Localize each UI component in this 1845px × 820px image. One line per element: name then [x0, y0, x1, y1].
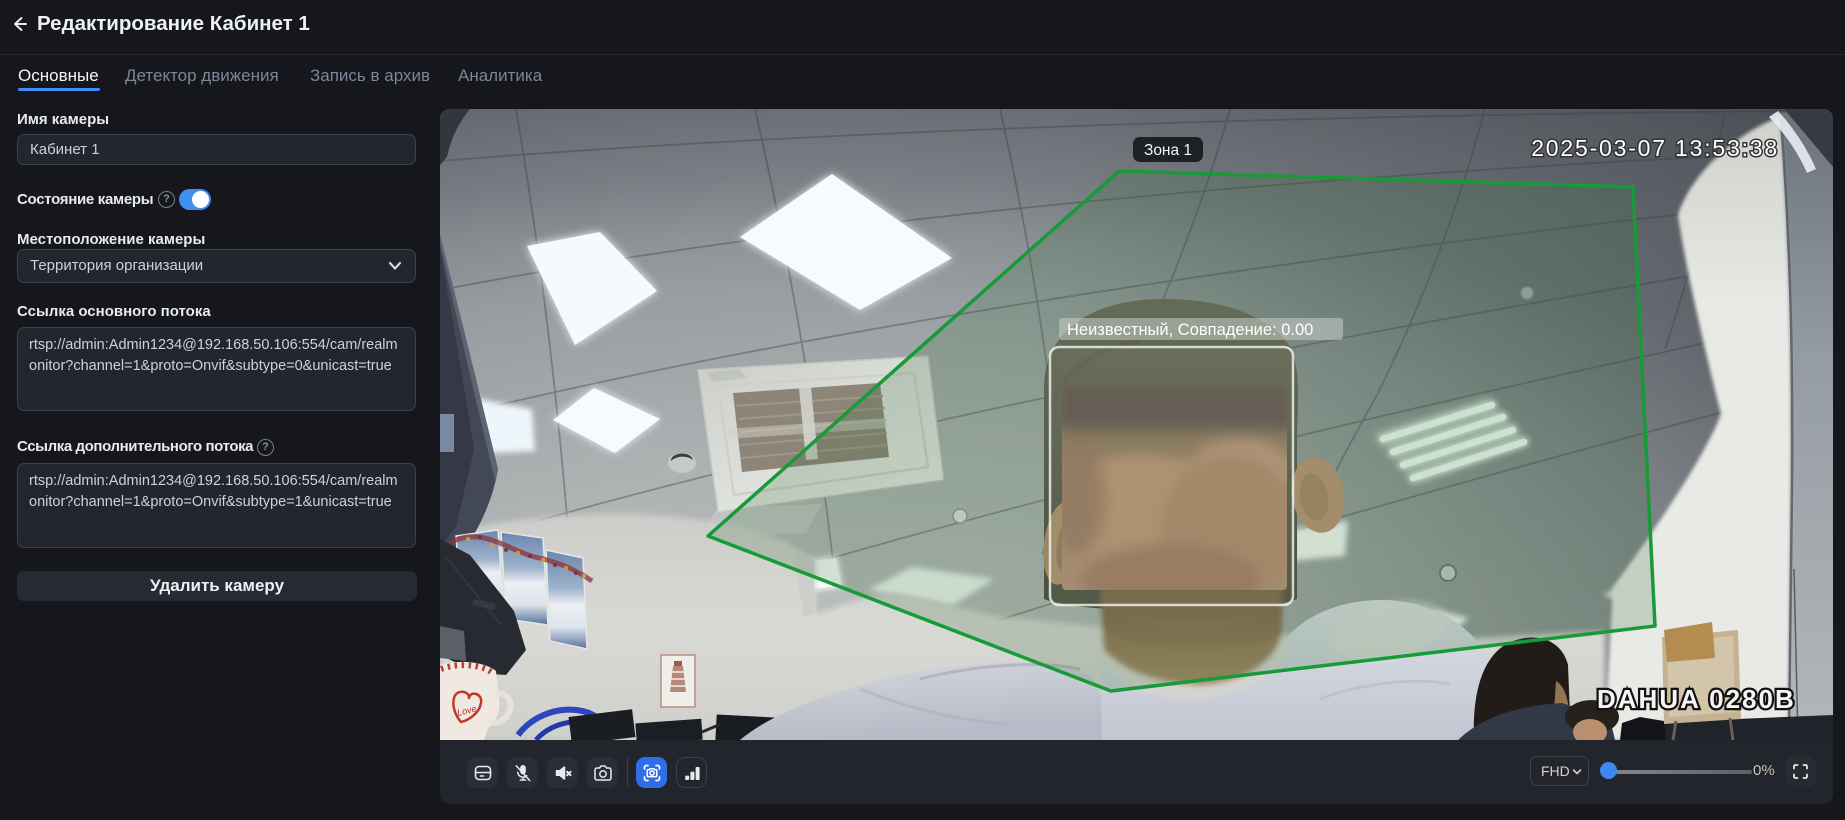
svg-text:Неизвестный, Совпадение: 0.00: Неизвестный, Совпадение: 0.00 — [1067, 321, 1313, 339]
svg-text:DAHUA 0280B: DAHUA 0280B — [1597, 684, 1796, 714]
svg-text:Зона 1: Зона 1 — [1144, 142, 1192, 159]
svg-text:2025-03-07 13:53:38: 2025-03-07 13:53:38 — [1531, 135, 1779, 161]
